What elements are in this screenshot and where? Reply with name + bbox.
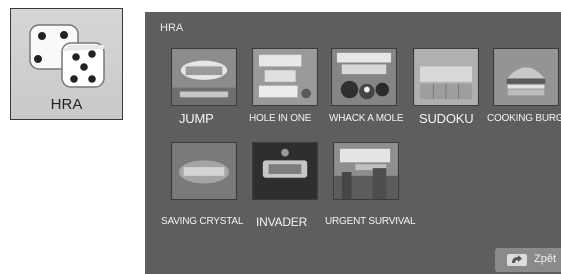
category-card-label: HRA bbox=[50, 96, 83, 113]
saving-crystal-game-icon bbox=[171, 142, 237, 200]
game-name: COOKING BURGER bbox=[487, 113, 561, 124]
invader-game-icon bbox=[252, 142, 318, 200]
back-button[interactable]: Zpět bbox=[495, 248, 561, 272]
game-name: JUMP bbox=[179, 111, 214, 126]
back-label: Zpět bbox=[534, 253, 557, 265]
dice-icon bbox=[29, 24, 105, 88]
game-name: SAVING CRYSTAL bbox=[161, 216, 244, 227]
panel-title: HRA bbox=[160, 22, 184, 34]
game-name: HOLE IN ONE bbox=[249, 113, 312, 124]
return-arrow-icon bbox=[507, 254, 527, 266]
game-name: SUDOKU bbox=[419, 111, 474, 126]
whack-a-mole-game-icon bbox=[331, 48, 397, 106]
game-name: INVADER bbox=[256, 215, 308, 229]
jump-game-icon bbox=[171, 48, 237, 106]
games-panel: HRA JUMP HOLE IN ONE WHACK A MOLE SUDOKU… bbox=[145, 12, 561, 274]
game-name: URGENT SURVIVAL bbox=[325, 216, 416, 227]
cooking-burger-game-icon bbox=[493, 48, 559, 106]
urgent-survival-game-icon bbox=[333, 142, 399, 200]
sudoku-game-icon bbox=[413, 48, 479, 106]
hole-in-one-game-icon bbox=[252, 48, 318, 106]
category-card-hra[interactable]: HRA bbox=[10, 8, 123, 120]
game-name: WHACK A MOLE bbox=[329, 113, 404, 124]
